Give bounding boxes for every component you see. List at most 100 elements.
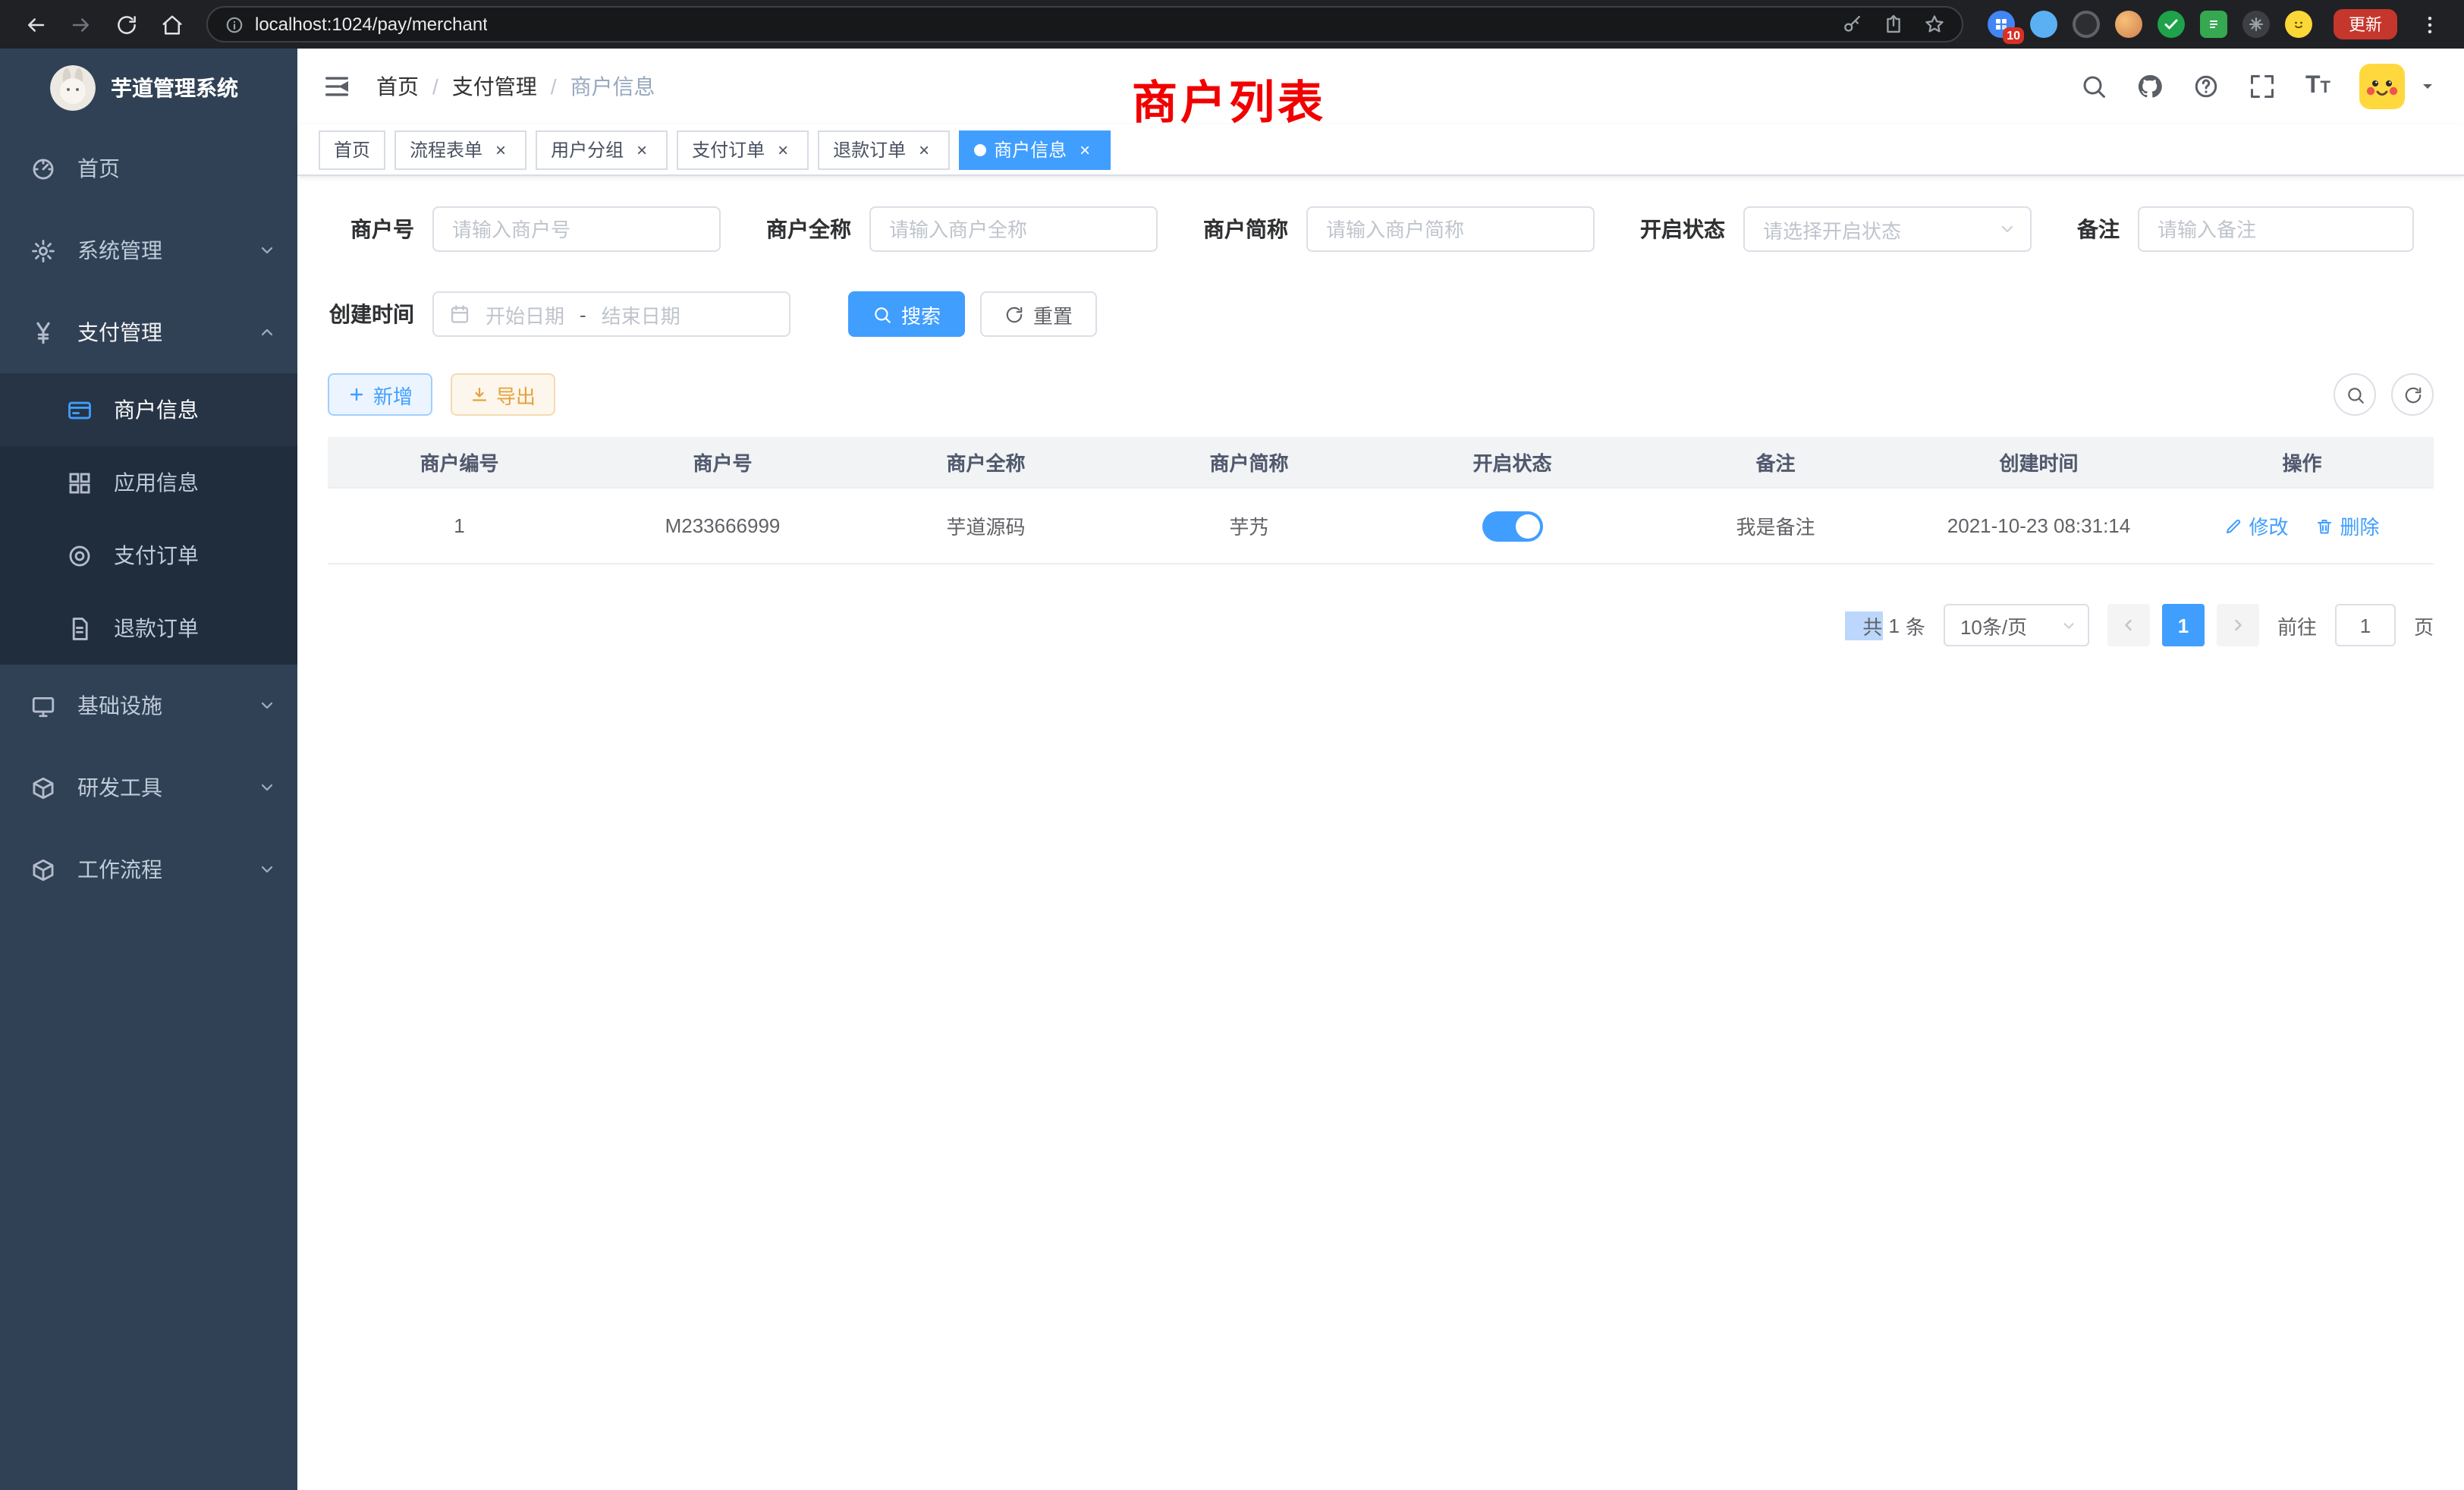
github-icon[interactable] [2137,73,2164,100]
sidebar-item-infrastructure[interactable]: 基础设施 [0,665,297,747]
extension-check-icon[interactable] [2158,11,2185,38]
tab-close-icon[interactable]: × [772,139,794,160]
screen: localhost:1024/pay/merchant 10 更新 [0,0,2464,1490]
extension-notes-icon[interactable] [2200,11,2227,38]
export-button[interactable]: 导出 [451,373,555,416]
edit-link[interactable]: 修改 [2224,511,2288,540]
avatar-caret-icon[interactable] [2418,77,2437,96]
create-time-range-picker[interactable]: 开始日期 - 结束日期 [432,291,790,337]
filter-row-2: 创建时间 开始日期 - 结束日期 搜索 重置 [328,291,2434,337]
search-icon[interactable] [2081,73,2108,100]
plus-icon [347,385,366,404]
toggle-search-button[interactable] [2334,373,2376,416]
col-header: 备注 [1644,448,1907,476]
sidebar-item-label: 基础设施 [77,690,162,721]
browser-update-button[interactable]: 更新 [2334,9,2397,39]
tab-label: 流程表单 [410,137,482,162]
refresh-table-button[interactable] [2391,373,2434,416]
browser-back-button[interactable] [15,5,55,44]
calendar-icon [449,303,470,325]
prev-page-button[interactable] [2107,604,2150,646]
full-name-input[interactable] [869,206,1158,252]
extension-pinwheel-icon[interactable] [2242,11,2270,38]
tab-close-icon[interactable]: × [631,139,652,160]
document-icon [67,615,93,641]
address-bar[interactable]: localhost:1024/pay/merchant [206,6,1963,42]
filter-row-1: 商户号 商户全称 商户简称 开启状态 请选择开启状态 [328,206,2434,252]
sidebar-item-label: 工作流程 [77,854,162,885]
status-select-placeholder: 请选择开启状态 [1763,215,1901,244]
search-button[interactable]: 搜索 [848,291,965,337]
col-header: 操作 [2170,448,2434,476]
tab-close-icon[interactable]: × [490,139,511,160]
user-avatar[interactable] [2359,64,2405,109]
fullscreen-icon[interactable] [2249,73,2277,100]
goto-page-input[interactable] [2335,604,2396,646]
search-icon [2345,385,2365,404]
search-icon [872,304,892,324]
date-end-placeholder: 结束日期 [602,300,680,328]
chevron-left-icon [2120,616,2138,634]
sidebar-toggle-icon[interactable] [322,71,352,102]
browser-forward-button[interactable] [61,5,100,44]
delete-link[interactable]: 删除 [2316,511,2380,540]
breadcrumb-payment[interactable]: 支付管理 [452,71,537,102]
sidebar-item-merchant-info[interactable]: 商户信息 [0,373,297,446]
sidebar-item-pay-orders[interactable]: 支付订单 [0,519,297,592]
site-info-icon[interactable] [225,14,244,34]
back-arrow-icon [24,13,46,36]
page-1-button[interactable]: 1 [2162,604,2205,646]
next-page-button[interactable] [2217,604,2259,646]
col-header: 开启状态 [1381,448,1644,476]
add-button[interactable]: 新增 [328,373,432,416]
extension-dark-circle-icon[interactable] [2073,11,2100,38]
home-icon [160,13,183,36]
tab-pay-orders[interactable]: 支付订单× [677,130,809,169]
status-toggle[interactable] [1482,511,1543,541]
extension-blue-dot-icon[interactable] [2030,11,2057,38]
share-icon[interactable] [1883,14,1904,35]
reset-button[interactable]: 重置 [980,291,1097,337]
extension-smiley-icon[interactable] [2285,11,2312,38]
tab-user-group[interactable]: 用户分组× [536,130,668,169]
browser-home-button[interactable] [152,5,191,44]
remark-input[interactable] [2138,206,2414,252]
extension-grid-icon[interactable]: 10 [1988,11,2015,38]
col-header: 商户号 [591,448,854,476]
sidebar-item-app-info[interactable]: 应用信息 [0,446,297,519]
sidebar-item-home[interactable]: 首页 [0,127,297,209]
tab-home[interactable]: 首页 [319,130,385,169]
card-icon [67,397,93,423]
tab-close-icon[interactable]: × [913,139,935,160]
tab-refund-orders[interactable]: 退款订单 × [818,130,950,169]
short-name-input[interactable] [1306,206,1595,252]
sidebar-item-system[interactable]: 系统管理 [0,209,297,291]
tab-process-form[interactable]: 流程表单 × [394,130,526,169]
tab-merchant-info[interactable]: 商户信息× [959,130,1111,169]
browser-refresh-button[interactable] [106,5,146,44]
font-size-icon[interactable]: TT [2305,74,2330,99]
sidebar-item-dev-tools[interactable]: 研发工具 [0,747,297,828]
sidebar-item-workflow[interactable]: 工作流程 [0,828,297,910]
extension-avatar-icon[interactable] [2115,11,2142,38]
refresh-icon [2403,385,2422,404]
tab-label: 首页 [334,137,370,162]
table-tools [2334,373,2434,416]
app-logo[interactable]: 芋道管理系统 [0,49,297,127]
download-icon [470,385,489,404]
remark-label: 备注 [2077,214,2120,244]
help-icon[interactable] [2193,73,2220,100]
active-tab-dot [974,143,986,156]
breadcrumb-home[interactable]: 首页 [376,71,419,102]
tab-label: 退款订单 [833,137,906,162]
merchant-no-input[interactable] [432,206,721,252]
page-size-select[interactable]: 10条/页 [1944,604,2089,646]
sidebar-item-payment[interactable]: 支付管理 [0,291,297,373]
browser-menu-icon[interactable] [2409,5,2449,44]
status-select[interactable]: 请选择开启状态 [1743,206,2032,252]
password-key-icon[interactable] [1842,14,1863,35]
tab-close-icon[interactable]: × [1074,139,1095,160]
bookmark-star-icon[interactable] [1924,14,1945,35]
sidebar-item-refund-orders[interactable]: 退款订单 [0,592,297,665]
extensions-tray: 10 [1975,11,2324,38]
